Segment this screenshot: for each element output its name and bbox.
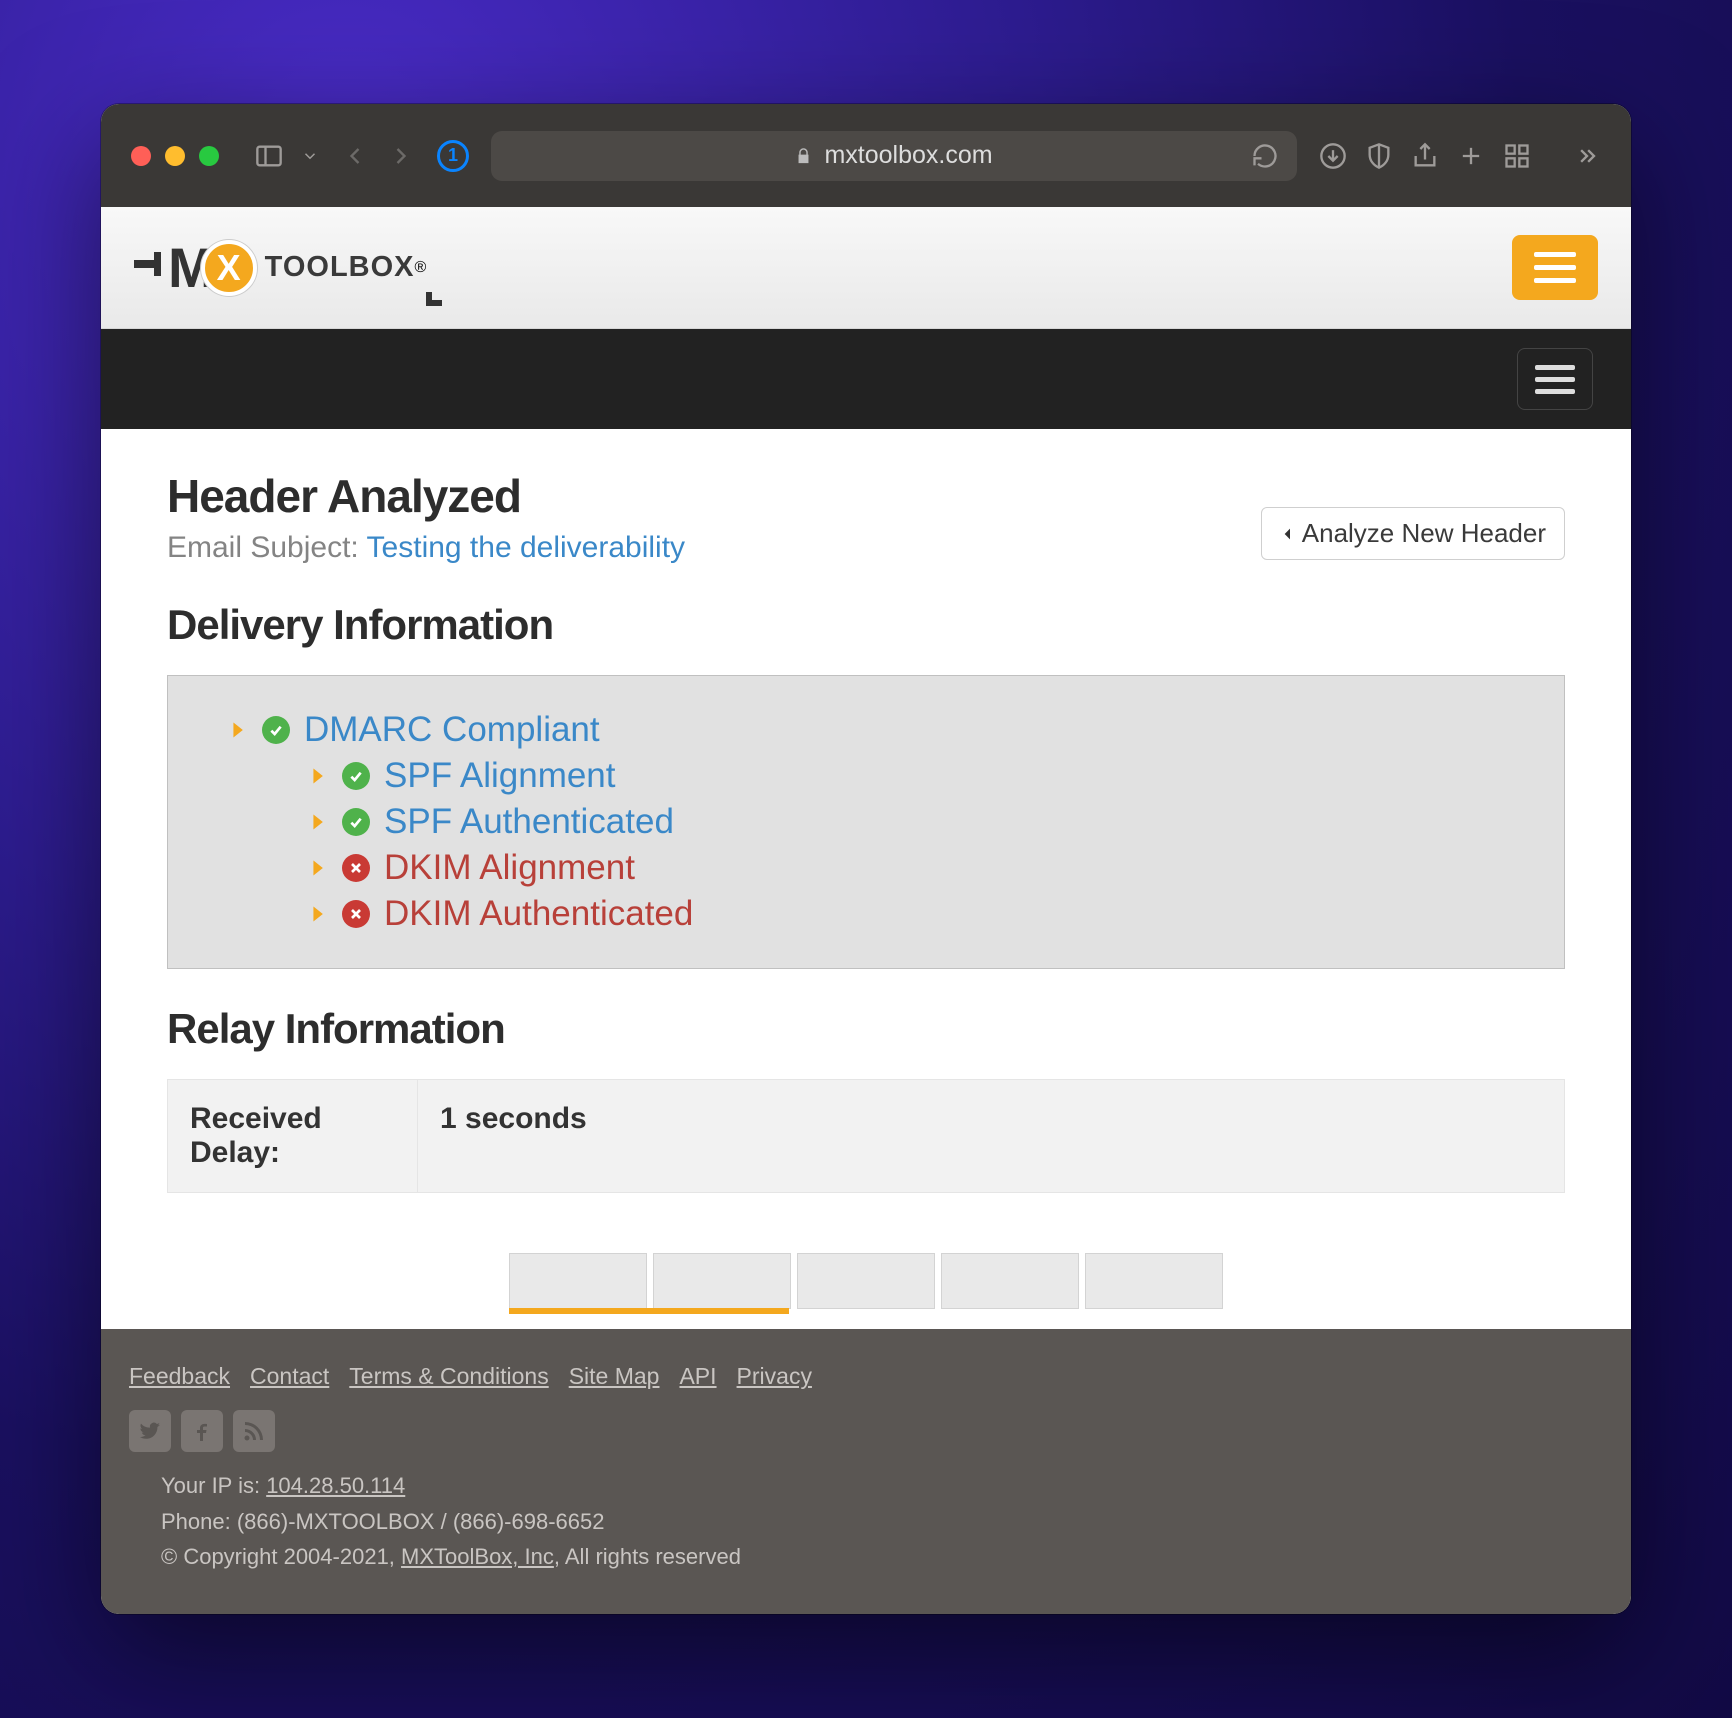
page-content: Header Analyzed Email Subject: Testing t… — [101, 429, 1631, 1329]
check-icon — [262, 716, 290, 744]
reload-icon[interactable] — [1251, 142, 1279, 170]
delivery-row: SPF Authenticated — [308, 802, 1524, 842]
footer-link[interactable]: Site Map — [569, 1363, 660, 1390]
chevron-right-icon — [228, 720, 248, 740]
logo-text: TOOLBOX — [265, 251, 415, 284]
hop-cell[interactable] — [941, 1253, 1079, 1309]
close-window-button[interactable] — [131, 146, 151, 166]
delivery-row: DKIM Authenticated — [308, 894, 1524, 934]
chevron-right-icon — [308, 766, 328, 786]
logo-reg: ® — [415, 259, 427, 277]
hop-strip — [167, 1253, 1565, 1309]
nav-controls — [341, 142, 415, 170]
site-footer: Feedback Contact Terms & Conditions Site Ma… — [101, 1329, 1631, 1614]
new-tab-icon[interactable] — [1457, 142, 1485, 170]
chevron-right-icon — [308, 858, 328, 878]
footer-info: Your IP is: 104.28.50.114 Phone: (866)-M… — [161, 1468, 1603, 1574]
footer-link[interactable]: Feedback — [129, 1363, 230, 1390]
zoom-window-button[interactable] — [199, 146, 219, 166]
share-icon[interactable] — [1411, 142, 1439, 170]
footer-links: Feedback Contact Terms & Conditions Site Ma… — [129, 1363, 1603, 1390]
minimize-window-button[interactable] — [165, 146, 185, 166]
back-button[interactable] — [341, 142, 369, 170]
footer-link[interactable]: API — [679, 1363, 716, 1390]
relay-table: Received Delay: 1 seconds — [167, 1079, 1565, 1193]
overflow-icon[interactable] — [1573, 142, 1601, 170]
downloads-icon[interactable] — [1319, 142, 1347, 170]
tab-overview-icon[interactable] — [1503, 142, 1531, 170]
hamburger-menu-secondary-button[interactable] — [1517, 348, 1593, 410]
ip-link[interactable]: 104.28.50.114 — [266, 1473, 405, 1498]
rss-icon[interactable] — [233, 1410, 275, 1452]
chevron-right-icon — [308, 812, 328, 832]
ip-label: Your IP is: — [161, 1473, 266, 1498]
copyright-link[interactable]: MXToolBox, Inc — [401, 1544, 554, 1569]
footer-link[interactable]: Contact — [250, 1363, 329, 1390]
copyright-post: , All rights reserved — [554, 1544, 741, 1569]
footer-link[interactable]: Terms & Conditions — [349, 1363, 548, 1390]
x-icon — [342, 900, 370, 928]
delivery-link[interactable]: SPF Alignment — [384, 756, 616, 796]
hamburger-menu-button[interactable] — [1512, 235, 1598, 300]
hop-cell[interactable] — [1085, 1253, 1223, 1309]
relay-value: 1 seconds — [418, 1080, 1564, 1192]
hop-cell[interactable] — [797, 1253, 935, 1309]
delivery-row: DKIM Alignment — [308, 848, 1524, 888]
url-text: mxtoolbox.com — [824, 141, 992, 170]
onepassword-icon[interactable]: 1 — [437, 140, 469, 172]
hop-cell[interactable] — [653, 1253, 791, 1309]
site-header: M X TOOLBOX ® — [101, 207, 1631, 329]
delivery-heading: Delivery Information — [167, 601, 1565, 649]
delivery-link[interactable]: DKIM Authenticated — [384, 894, 693, 934]
check-icon — [342, 762, 370, 790]
window-controls — [131, 146, 219, 166]
hop-cell[interactable] — [509, 1253, 647, 1309]
sidebar-toggle-icon[interactable] — [255, 142, 283, 170]
delivery-row: SPF Alignment — [308, 756, 1524, 796]
subject-link[interactable]: Testing the deliverability — [367, 531, 686, 564]
logo-tick-icon — [134, 230, 164, 306]
footer-phone: Phone: (866)-MXTOOLBOX / (866)-698-6652 — [161, 1504, 1603, 1539]
secondary-nav — [101, 329, 1631, 429]
delivery-box: DMARC Compliant SPF Alignment SPF Authenti… — [167, 675, 1565, 969]
delivery-link[interactable]: DMARC Compliant — [304, 710, 600, 750]
chevron-right-icon — [308, 904, 328, 924]
x-icon — [342, 854, 370, 882]
browser-window: 1 mxtoolbox.com M X TOOLBOX ® — [101, 104, 1631, 1614]
shield-icon[interactable] — [1365, 142, 1393, 170]
logo[interactable]: M X TOOLBOX ® — [134, 230, 442, 306]
relay-key: Received Delay: — [168, 1080, 418, 1192]
chevron-down-icon[interactable] — [301, 142, 319, 170]
delivery-link[interactable]: SPF Authenticated — [384, 802, 674, 842]
sidebar-controls — [255, 142, 319, 170]
check-icon — [342, 808, 370, 836]
delivery-link[interactable]: DKIM Alignment — [384, 848, 635, 888]
forward-button[interactable] — [387, 142, 415, 170]
copyright-pre: © Copyright 2004-2021, — [161, 1544, 401, 1569]
logo-x-circle-icon: X — [201, 240, 257, 296]
facebook-icon[interactable] — [181, 1410, 223, 1452]
lock-icon — [795, 146, 812, 166]
social-icons — [129, 1410, 1603, 1452]
analyze-new-header-button[interactable]: Analyze New Header — [1261, 507, 1565, 560]
delivery-row: DMARC Compliant — [228, 710, 1524, 750]
footer-link[interactable]: Privacy — [737, 1363, 812, 1390]
twitter-icon[interactable] — [129, 1410, 171, 1452]
relay-heading: Relay Information — [167, 1005, 1565, 1053]
chevron-left-icon — [1280, 522, 1296, 546]
titlebar: 1 mxtoolbox.com — [101, 104, 1631, 207]
logo-end-icon — [426, 278, 442, 306]
url-bar[interactable]: mxtoolbox.com — [491, 131, 1297, 181]
analyze-btn-label: Analyze New Header — [1302, 518, 1546, 549]
subject-label: Email Subject: — [167, 531, 367, 564]
toolbar-right — [1319, 142, 1601, 170]
